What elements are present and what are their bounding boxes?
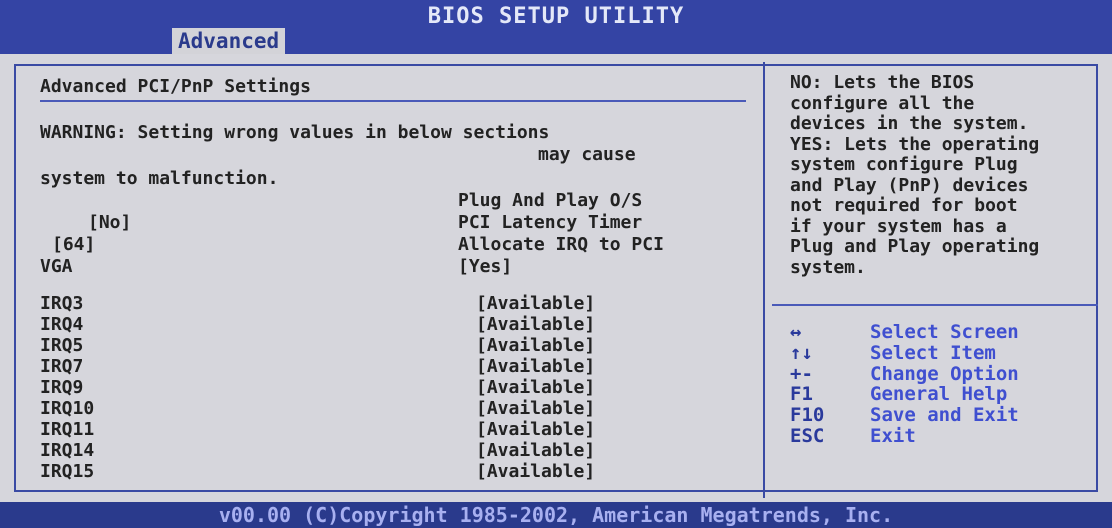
plus-minus-icon: +- <box>790 362 813 385</box>
key-desc: Change Option <box>870 362 1019 385</box>
copyright-footer: v00.00 (C)Copyright 1985-2002, American … <box>0 502 1112 528</box>
section-title: Advanced PCI/PnP Settings <box>40 76 311 97</box>
key-desc: Save and Exit <box>870 404 1019 427</box>
setting-value-pci-latency[interactable]: [64] <box>52 234 95 256</box>
irq-label: IRQ3 <box>40 293 84 314</box>
help-text: NO: Lets the BIOS configure all the devi… <box>790 72 1040 278</box>
setting-label-vga: VGA <box>40 256 73 277</box>
key-desc: Select Item <box>870 341 996 364</box>
section-underline <box>40 100 746 102</box>
tab-advanced[interactable]: Advanced <box>172 28 286 54</box>
irq-label: IRQ7 <box>40 356 84 377</box>
top-bar: BIOS SETUP UTILITY Advanced <box>0 0 1112 54</box>
bios-title: BIOS SETUP UTILITY <box>427 4 685 29</box>
key-desc: Select Screen <box>870 321 1019 343</box>
arrows-horizontal-icon: ↔ <box>790 321 802 343</box>
irq-label: IRQ11 <box>40 419 95 440</box>
settings-pane: Advanced PCI/PnP Settings WARNING: Setti… <box>40 62 760 498</box>
setting-label-allocate-irq: Allocate IRQ to PCI <box>458 234 664 255</box>
help-divider <box>772 304 1098 306</box>
key-f10: F10 <box>790 404 825 427</box>
irq-value[interactable]: [Available] <box>476 440 595 462</box>
irq-value[interactable]: [Available] <box>476 377 595 399</box>
key-esc: ESC <box>790 425 825 447</box>
key-desc: General Help <box>870 383 1008 406</box>
panel-divider <box>763 62 765 498</box>
copyright-text: v00.00 (C)Copyright 1985-2002, American … <box>218 503 894 527</box>
setting-label-pci-latency: PCI Latency Timer <box>458 212 643 233</box>
setting-value-allocate-irq[interactable]: [Yes] <box>458 256 512 278</box>
irq-label: IRQ4 <box>40 314 84 335</box>
warning-line-3: system to malfunction. <box>40 168 279 189</box>
irq-value[interactable]: [Available] <box>476 293 595 315</box>
warning-line-1: WARNING: Setting wrong values in below s… <box>40 122 550 143</box>
irq-value[interactable]: [Available] <box>476 314 595 336</box>
irq-label: IRQ5 <box>40 335 84 356</box>
irq-value[interactable]: [Available] <box>476 398 595 420</box>
irq-value[interactable]: [Available] <box>476 419 595 441</box>
irq-label: IRQ10 <box>40 398 95 419</box>
irq-value[interactable]: [Available] <box>476 461 595 483</box>
key-desc: Exit <box>870 425 916 447</box>
irq-value[interactable]: [Available] <box>476 356 595 378</box>
irq-label: IRQ15 <box>40 461 95 482</box>
key-f1: F1 <box>790 383 813 406</box>
irq-value[interactable]: [Available] <box>476 335 595 357</box>
setting-value-pnp-os[interactable]: [No] <box>88 212 131 234</box>
irq-label: IRQ14 <box>40 440 95 461</box>
arrows-vertical-icon: ↑↓ <box>790 341 813 364</box>
irq-label: IRQ9 <box>40 377 84 398</box>
warning-line-2: may cause <box>538 144 636 165</box>
setting-label-pnp-os: Plug And Play O/S <box>458 190 643 211</box>
